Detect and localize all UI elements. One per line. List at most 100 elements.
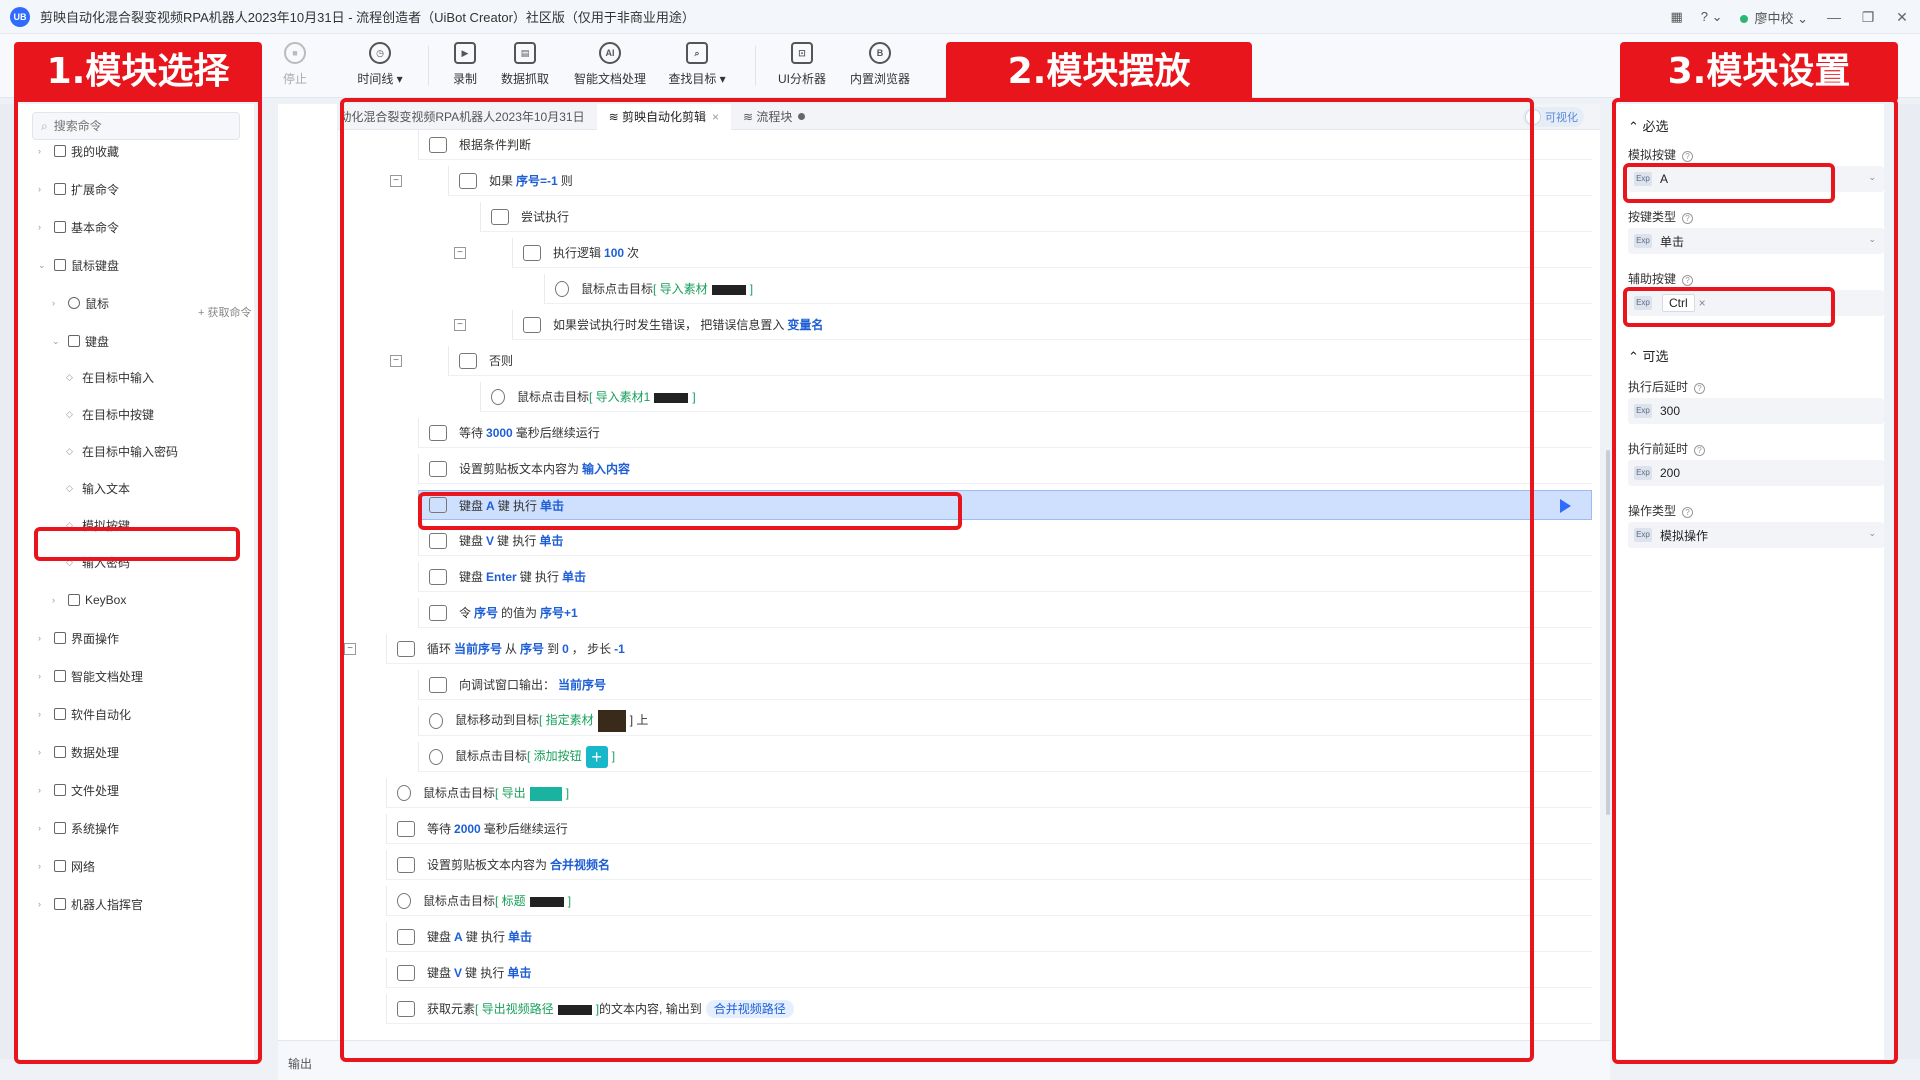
restore-icon[interactable]: ❐ <box>1860 9 1876 26</box>
command-block[interactable]: 否则 <box>448 346 1592 376</box>
tree-item[interactable]: › 文件处理 <box>38 779 119 801</box>
command-block[interactable]: 令序号 的值为 序号+1 <box>418 598 1592 628</box>
flow-row[interactable]: 34设置剪贴板文本内容为输入内容 <box>338 454 1600 484</box>
variable-token[interactable]: 输入内容 <box>582 462 630 476</box>
target-token[interactable]: ] <box>750 282 753 296</box>
variable-token[interactable]: 当前序号 <box>558 678 606 692</box>
flow-row[interactable]: 27鼠标点击目标[ 导入素材] <box>338 274 1600 304</box>
expression-toggle[interactable]: Exp <box>1634 404 1652 418</box>
tree-item[interactable]: ◇ 输入文本 <box>66 477 130 499</box>
required-section-header[interactable]: ⌃ 必选 <box>1628 116 1669 135</box>
target-thumbnail[interactable]: + <box>585 745 608 768</box>
variable-token[interactable]: 单击 <box>539 534 563 548</box>
flow-row[interactable]: 31鼠标点击目标[ 导入素材1] <box>338 382 1600 412</box>
collapse-toggle-icon[interactable]: − <box>454 247 466 259</box>
tree-item[interactable]: ◇ 输入密码 <box>66 551 130 573</box>
variable-token[interactable]: V <box>454 966 462 980</box>
variable-token[interactable]: -1 <box>614 642 625 656</box>
command-block[interactable]: 键盘 Enter 键 执行 单击 <box>418 562 1592 592</box>
target-token[interactable]: [ 指定素材 <box>539 713 594 727</box>
tree-item[interactable]: › 网络 <box>38 855 95 877</box>
command-block[interactable]: 循环 当前序号从序号到 0， 步长 -1 <box>386 634 1592 664</box>
chevron-down-icon[interactable]: ⌄ <box>1868 234 1876 245</box>
flow-row[interactable]: 46等待2000毫秒后继续运行 <box>338 814 1600 844</box>
find-target-button[interactable]: ⌕ 查找目标 ▾ <box>657 42 737 87</box>
command-block[interactable]: 等待 3000 毫秒后继续运行 <box>418 418 1592 448</box>
flow-row[interactable]: 49键盘A键 执行单击 <box>338 922 1600 952</box>
tree-item[interactable]: › KeyBox <box>52 589 126 611</box>
expression-toggle[interactable]: Exp <box>1634 466 1652 480</box>
command-block[interactable]: 鼠标移动到目标[ 指定素材] 上 <box>418 706 1592 736</box>
tree-item[interactable]: › 智能文档处理 <box>38 665 143 687</box>
tree-item[interactable]: › 我的收藏 <box>38 140 119 162</box>
flow-row[interactable]: 40−循环当前序号从序号到0， 步长-1 <box>338 634 1600 664</box>
data-scrape-button[interactable]: ▤ 数据抓取 <box>485 42 565 87</box>
flow-row[interactable]: 38令序号的值为序号+1 <box>338 598 1600 628</box>
flow-row[interactable]: 28−如果尝试执行时发生错误， 把错误信息置入变量名 <box>338 310 1600 340</box>
variable-token[interactable]: 变量名 <box>787 318 823 332</box>
tree-item[interactable]: › 数据处理 <box>38 741 119 763</box>
variable-token[interactable]: Enter <box>486 570 517 584</box>
property-field[interactable]: Exp A ⌄ <box>1628 166 1884 192</box>
command-block[interactable]: 键盘 V 键 执行 单击 <box>418 526 1592 556</box>
variable-token[interactable]: 序号 <box>474 606 498 620</box>
command-block[interactable]: 键盘 A 键 执行 单击 <box>386 922 1592 952</box>
help-icon[interactable]: ? <box>1682 507 1694 518</box>
editor-scrollbar[interactable] <box>1606 450 1610 815</box>
flow-row[interactable]: 26尝试执行 <box>338 202 1600 232</box>
variable-token[interactable]: 3000 <box>486 426 513 440</box>
tree-item[interactable]: › 基本命令 <box>38 216 119 238</box>
output-label[interactable]: 输出 <box>288 1055 312 1072</box>
command-block[interactable]: 键盘 V 键 执行 单击 <box>386 958 1592 988</box>
ui-analyzer-button[interactable]: ⊡ UI分析器 <box>762 42 842 87</box>
tree-item[interactable]: › 软件自动化 <box>38 703 131 725</box>
command-block[interactable]: 获取元素[ 导出视频路径]的文本内容, 输出到 合并视频路径 <box>386 994 1592 1024</box>
expression-toggle[interactable]: Exp <box>1634 172 1652 186</box>
target-token[interactable]: [ 导出视频路径 <box>475 1002 554 1016</box>
variable-token[interactable]: 序号 <box>520 642 544 656</box>
ai-doc-button[interactable]: AI 智能文档处理 <box>570 42 650 87</box>
property-field[interactable]: Exp 模拟操作 ⌄ <box>1628 522 1884 548</box>
timeline-button[interactable]: ◷ 时间线 ▾ <box>340 42 420 87</box>
flow-row[interactable]: 26−执行逻辑100次 <box>338 238 1600 268</box>
variable-token[interactable]: 当前序号 <box>454 642 502 656</box>
tree-item[interactable]: ◇ 在目标中输入 <box>66 366 154 388</box>
tree-item[interactable]: › 系统操作 <box>38 817 119 839</box>
command-block[interactable]: 鼠标点击目标[ 添加按钮 +] <box>418 742 1592 772</box>
chevron-down-icon[interactable]: ⌄ <box>1868 528 1876 539</box>
close-icon[interactable]: ✕ <box>1894 9 1910 26</box>
flow-row[interactable]: 45鼠标点击目标[ 导出] <box>338 778 1600 808</box>
flow-row[interactable]: 41向调试窗口输出：当前序号 <box>338 670 1600 700</box>
help-icon[interactable]: ? <box>1682 213 1694 224</box>
command-block[interactable]: 鼠标点击目标[ 标题] <box>386 886 1592 916</box>
target-thumbnail[interactable] <box>654 392 689 403</box>
tree-item[interactable]: ◇ 模拟按键 <box>66 514 130 536</box>
tree-item[interactable]: › 机器人指挥官 <box>38 893 143 915</box>
target-token[interactable]: [ 标题 <box>495 894 526 908</box>
collapse-toggle-icon[interactable]: − <box>390 175 402 187</box>
target-thumbnail[interactable] <box>529 786 562 801</box>
variable-token[interactable]: 100 <box>604 246 624 260</box>
command-block[interactable]: 设置剪贴板文本内容为 输入内容 <box>418 454 1592 484</box>
remove-tag-icon[interactable]: × <box>1699 296 1706 310</box>
flow-row[interactable]: 35键盘A键 执行单击 <box>338 490 1600 520</box>
get-command-link[interactable]: + 获取命令 <box>198 304 251 320</box>
property-field[interactable]: Exp 300 <box>1628 398 1884 424</box>
variable-token[interactable]: 单击 <box>508 930 532 944</box>
expression-toggle[interactable]: Exp <box>1634 528 1652 542</box>
flow-row[interactable]: 37键盘Enter键 执行单击 <box>338 562 1600 592</box>
tab-jianying-edit[interactable]: ≋ 剪映自动化剪辑 × <box>596 103 731 130</box>
flow-row[interactable]: 42鼠标移动到目标[ 指定素材] 上 <box>338 706 1600 736</box>
tree-item[interactable]: › 扩展命令 <box>38 178 119 200</box>
target-token[interactable]: ] <box>568 894 571 908</box>
left-side-strip[interactable] <box>0 104 16 1059</box>
command-block[interactable]: 鼠标点击目标[ 导入素材] <box>544 274 1592 304</box>
flow-row[interactable]: 33等待3000毫秒后继续运行 <box>338 418 1600 448</box>
search-input[interactable] <box>53 119 204 133</box>
command-block[interactable]: 鼠标点击目标[ 导入素材1] <box>480 382 1592 412</box>
target-token[interactable]: [ 添加按钮 <box>527 749 582 763</box>
help-icon[interactable]: ? <box>1694 383 1706 394</box>
property-field[interactable]: Exp Ctrl × <box>1628 290 1884 316</box>
target-token[interactable]: ] <box>612 749 615 763</box>
tab-flow-block[interactable]: ≋ 流程块 <box>731 104 817 130</box>
